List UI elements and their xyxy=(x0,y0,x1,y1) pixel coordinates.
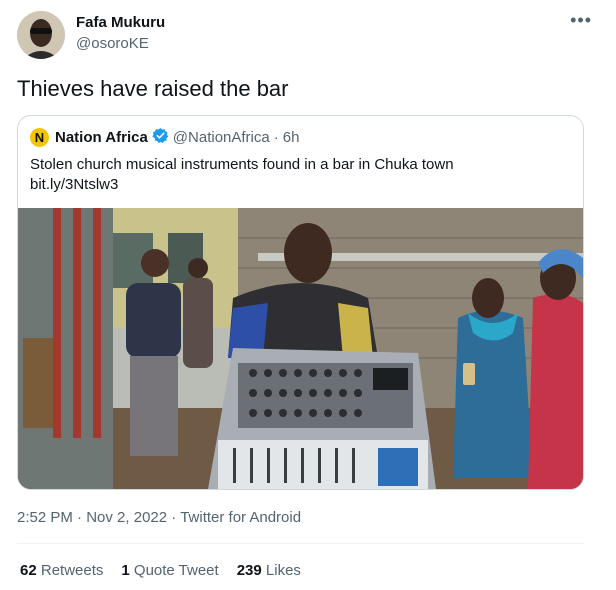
likes-stat[interactable]: 239 Likes xyxy=(237,562,301,579)
quoted-tweet-text: Stolen church musical instruments found … xyxy=(30,155,454,195)
tweet-source[interactable]: Twitter for Android xyxy=(180,509,301,526)
retweets-count: 62 xyxy=(20,562,37,579)
author-avatar[interactable] xyxy=(17,11,65,59)
tweet-text: Thieves have raised the bar xyxy=(17,76,289,101)
separator-dot: · xyxy=(171,509,177,526)
nation-africa-avatar: N xyxy=(30,128,49,147)
quotes-count: 1 xyxy=(121,562,130,579)
retweets-label: Retweets xyxy=(40,562,104,579)
quote-tweets-stat[interactable]: 1 Quote Tweet xyxy=(121,562,218,579)
separator-dot: · xyxy=(273,129,279,146)
tweet-date[interactable]: Nov 2, 2022 xyxy=(86,509,167,526)
separator-dot: · xyxy=(77,509,83,526)
quoted-tweet-time[interactable]: 6h xyxy=(283,129,300,146)
retweets-stat[interactable]: 62 Retweets xyxy=(20,562,103,579)
tweet-time[interactable]: 2:52 PM xyxy=(17,509,73,526)
likes-count: 239 xyxy=(236,562,262,579)
author-handle[interactable]: @osoroKE xyxy=(76,35,149,52)
quotes-label: Quote Tweet xyxy=(133,562,219,579)
tweet-meta: 2:52 PM · Nov 2, 2022 · Twitter for Andr… xyxy=(17,509,301,526)
quoted-tweet-header: N Nation Africa @NationAfrica · 6h xyxy=(30,127,299,148)
quoted-author-name[interactable]: Nation Africa xyxy=(55,129,148,146)
quoted-tweet-body: Stolen church musical instruments found … xyxy=(30,156,454,173)
author-name[interactable]: Fafa Mukuru xyxy=(76,14,165,31)
likes-label: Likes xyxy=(265,562,301,579)
quoted-tweet-link[interactable]: bit.ly/3Ntslw3 xyxy=(30,175,454,195)
verified-badge-icon xyxy=(152,127,169,148)
quoted-tweet-photo[interactable] xyxy=(18,208,583,489)
divider xyxy=(17,543,584,544)
quoted-tweet[interactable]: N Nation Africa @NationAfrica · 6h Stole… xyxy=(17,115,584,490)
tweet-stats: 62 Retweets 1 Quote Tweet 239 Likes xyxy=(20,562,301,579)
more-icon[interactable]: ••• xyxy=(570,10,592,31)
quoted-author-handle[interactable]: @NationAfrica xyxy=(173,129,270,146)
